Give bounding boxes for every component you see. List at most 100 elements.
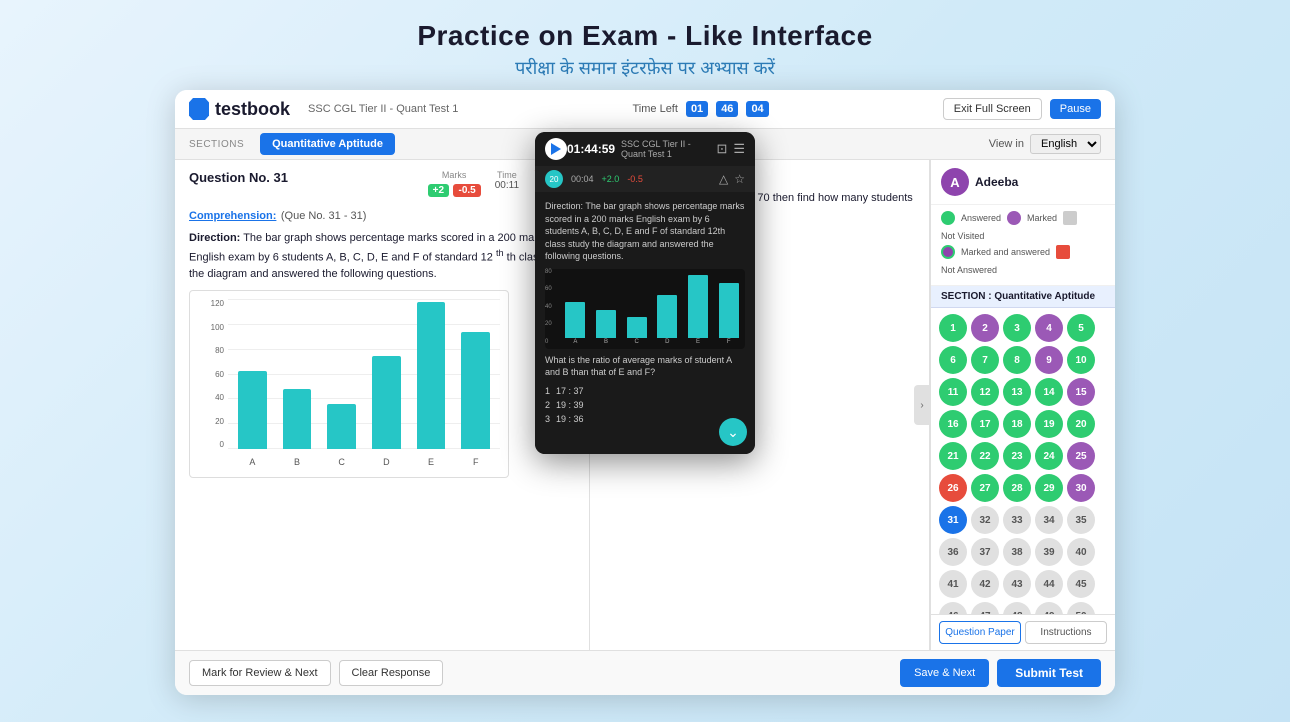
q-num-23[interactable]: 23 xyxy=(1003,442,1031,470)
q-num-15[interactable]: 15 xyxy=(1067,378,1095,406)
exit-fullscreen-button[interactable]: Exit Full Screen xyxy=(943,98,1042,120)
q-num-35[interactable]: 35 xyxy=(1067,506,1095,534)
q-num-40[interactable]: 40 xyxy=(1067,538,1095,566)
q-num-30[interactable]: 30 xyxy=(1067,474,1095,502)
q-num-1[interactable]: 1 xyxy=(939,314,967,342)
legend-marked-label: Marked xyxy=(1027,213,1057,223)
q-num-32[interactable]: 32 xyxy=(971,506,999,534)
bar-f xyxy=(455,299,496,449)
x-label-a: A xyxy=(232,457,273,467)
video-play-button[interactable] xyxy=(545,138,567,160)
time-seconds: 04 xyxy=(746,101,768,117)
question-grid: 1 2 3 4 5 6 7 8 9 10 11 12 13 14 15 16 1 xyxy=(931,308,1115,614)
y-label-0: 0 xyxy=(198,440,224,449)
q-num-8[interactable]: 8 xyxy=(1003,346,1031,374)
question-range: (Que No. 31 - 31) xyxy=(281,210,367,222)
q-num-31[interactable]: 31 xyxy=(939,506,967,534)
q-num-21[interactable]: 21 xyxy=(939,442,967,470)
user-area: A Adeeba xyxy=(931,160,1115,205)
q-num-34[interactable]: 34 xyxy=(1035,506,1063,534)
video-menu-icon[interactable]: ☰ xyxy=(733,141,745,157)
direction-bold: Direction: xyxy=(189,232,240,244)
q-num-17[interactable]: 17 xyxy=(971,410,999,438)
q-num-50[interactable]: 50 xyxy=(1067,602,1095,614)
q-num-9[interactable]: 9 xyxy=(1035,346,1063,374)
collapse-sidebar-button[interactable]: › xyxy=(914,385,930,425)
q-num-33[interactable]: 33 xyxy=(1003,506,1031,534)
video-star-icon[interactable]: ☆ xyxy=(734,172,745,186)
q-num-16[interactable]: 16 xyxy=(939,410,967,438)
submit-test-button[interactable]: Submit Test xyxy=(997,659,1101,687)
q-num-39[interactable]: 39 xyxy=(1035,538,1063,566)
q-num-11[interactable]: 11 xyxy=(939,378,967,406)
video-header: 01:44:59 SSC CGL Tier II - Quant Test 1 … xyxy=(535,132,755,166)
q-num-45[interactable]: 45 xyxy=(1067,570,1095,598)
q-num-42[interactable]: 42 xyxy=(971,570,999,598)
video-option-2-text: 19 : 39 xyxy=(556,400,584,410)
q-num-44[interactable]: 44 xyxy=(1035,570,1063,598)
q-num-24[interactable]: 24 xyxy=(1035,442,1063,470)
legend-marked-answered-label: Marked and answered xyxy=(961,247,1050,257)
q-num-3[interactable]: 3 xyxy=(1003,314,1031,342)
instructions-button[interactable]: Instructions xyxy=(1025,621,1107,644)
video-icons2: △ ☆ xyxy=(719,172,745,186)
question-paper-button[interactable]: Question Paper xyxy=(939,621,1021,644)
time-area: Time 00:11 xyxy=(495,170,519,191)
q-num-22[interactable]: 22 xyxy=(971,442,999,470)
video-stats: 00:04 +2.0 -0.5 xyxy=(571,174,643,184)
testbook-logo-icon xyxy=(189,98,209,120)
q-num-43[interactable]: 43 xyxy=(1003,570,1031,598)
q-num-49[interactable]: 49 xyxy=(1035,602,1063,614)
q-num-20[interactable]: 20 xyxy=(1067,410,1095,438)
clear-response-button[interactable]: Clear Response xyxy=(339,660,444,686)
direction-text: Direction: The bar graph shows percentag… xyxy=(189,230,575,282)
q-num-13[interactable]: 13 xyxy=(1003,378,1031,406)
pause-button[interactable]: Pause xyxy=(1050,99,1101,119)
q-num-46[interactable]: 46 xyxy=(939,602,967,614)
tab-quantitative-aptitude[interactable]: Quantitative Aptitude xyxy=(260,133,395,155)
logo-text: testbook xyxy=(215,99,290,120)
video-info-bar: 20 00:04 +2.0 -0.5 △ ☆ xyxy=(535,166,755,192)
q-num-12[interactable]: 12 xyxy=(971,378,999,406)
q-num-41[interactable]: 41 xyxy=(939,570,967,598)
mark-review-button[interactable]: Mark for Review & Next xyxy=(189,660,331,686)
right-sidebar: A Adeeba Answered Marked Not Visited M xyxy=(930,160,1115,650)
q-num-27[interactable]: 27 xyxy=(971,474,999,502)
user-name: Adeeba xyxy=(975,175,1018,189)
q-num-29[interactable]: 29 xyxy=(1035,474,1063,502)
q-num-48[interactable]: 48 xyxy=(1003,602,1031,614)
q-num-7[interactable]: 7 xyxy=(971,346,999,374)
legend-area: Answered Marked Not Visited Marked and a… xyxy=(931,205,1115,286)
timer-area: Time Left 01 46 04 xyxy=(468,101,932,117)
legend-row-2: Marked and answered Not Answered xyxy=(941,245,1105,275)
view-in-area: View in English Hindi xyxy=(989,134,1101,154)
language-select[interactable]: English Hindi xyxy=(1030,134,1101,154)
q-num-4[interactable]: 4 xyxy=(1035,314,1063,342)
video-title: SSC CGL Tier II - Quant Test 1 xyxy=(615,139,716,159)
save-next-button[interactable]: Save & Next xyxy=(900,659,989,687)
q-num-28[interactable]: 28 xyxy=(1003,474,1031,502)
video-alert-icon[interactable]: △ xyxy=(719,172,728,186)
logo-area: testbook xyxy=(189,98,290,120)
y-label-100: 100 xyxy=(198,323,224,332)
q-num-5[interactable]: 5 xyxy=(1067,314,1095,342)
q-num-26[interactable]: 26 xyxy=(939,474,967,502)
time-minutes: 46 xyxy=(716,101,738,117)
q-num-10[interactable]: 10 xyxy=(1067,346,1095,374)
q-num-38[interactable]: 38 xyxy=(1003,538,1031,566)
q-num-36[interactable]: 36 xyxy=(939,538,967,566)
top-bar: testbook SSC CGL Tier II - Quant Test 1 … xyxy=(175,90,1115,129)
y-label-20: 20 xyxy=(198,417,224,426)
q-num-6[interactable]: 6 xyxy=(939,346,967,374)
q-num-19[interactable]: 19 xyxy=(1035,410,1063,438)
q-num-37[interactable]: 37 xyxy=(971,538,999,566)
q-num-14[interactable]: 14 xyxy=(1035,378,1063,406)
q-num-47[interactable]: 47 xyxy=(971,602,999,614)
x-label-f: F xyxy=(455,457,496,467)
top-bar-right: Exit Full Screen Pause xyxy=(943,98,1101,120)
q-num-2[interactable]: 2 xyxy=(971,314,999,342)
section-title: SECTION : Quantitative Aptitude xyxy=(931,286,1115,308)
q-num-18[interactable]: 18 xyxy=(1003,410,1031,438)
video-cast-icon[interactable]: ⊡ xyxy=(716,141,727,157)
q-num-25[interactable]: 25 xyxy=(1067,442,1095,470)
